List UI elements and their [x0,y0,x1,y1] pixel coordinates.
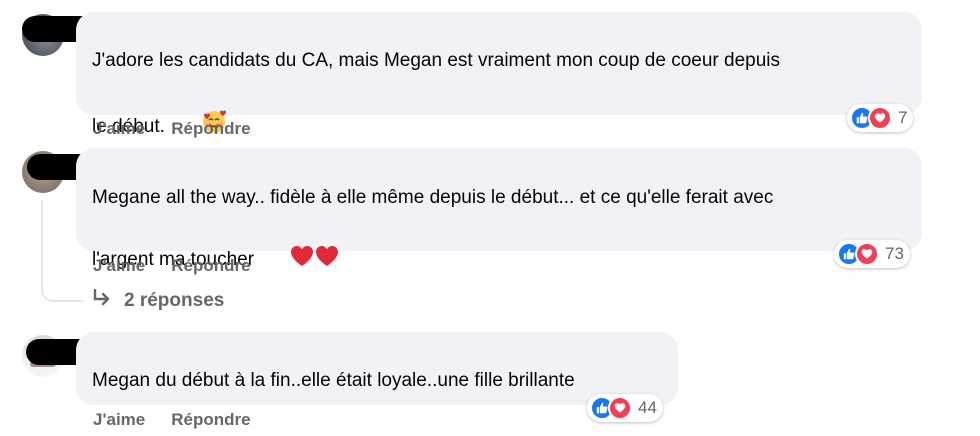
comment-text-line: J'adore les candidats du CA, mais Megan … [92,50,780,71]
comment-text-line: Megane all the way.. fidèle à elle même … [92,187,774,208]
love-reaction-icon [855,242,879,266]
comment-bubble: J'adore les candidats du CA, mais Megan … [76,12,922,137]
reactions-summary[interactable]: 7 [847,104,914,132]
reaction-count: 7 [898,108,908,127]
reply-button[interactable]: Répondre [171,410,250,429]
like-button[interactable]: J'aime [93,256,145,275]
comment-bubble: Megan du début à la fin..elle était loya… [76,332,678,405]
reactions-summary[interactable]: 44 [587,394,663,422]
reply-button[interactable]: Répondre [171,119,250,138]
comment-actions: J'aime Répondre [93,410,251,430]
reply-button[interactable]: Répondre [171,256,250,275]
comment-actions: J'aime Répondre [93,256,251,276]
love-reaction-icon [868,106,892,130]
reply-arrow-icon [92,288,112,313]
comment-bubble: Megane all the way.. fidèle à elle même … [76,148,922,270]
reaction-count: 73 [885,244,904,263]
two-red-hearts-icon [258,212,340,279]
comment-actions: J'aime Répondre [93,119,251,139]
comment-text-line: Megan du début à la fin..elle était loya… [92,370,575,391]
love-reaction-icon [608,396,632,420]
reactions-summary[interactable]: 73 [834,240,910,268]
replies-count-label[interactable]: 2 réponses [124,290,224,312]
view-replies-link[interactable]: 2 réponses [92,288,224,313]
reaction-count: 44 [638,398,657,417]
like-button[interactable]: J'aime [93,410,145,429]
like-button[interactable]: J'aime [93,119,145,138]
